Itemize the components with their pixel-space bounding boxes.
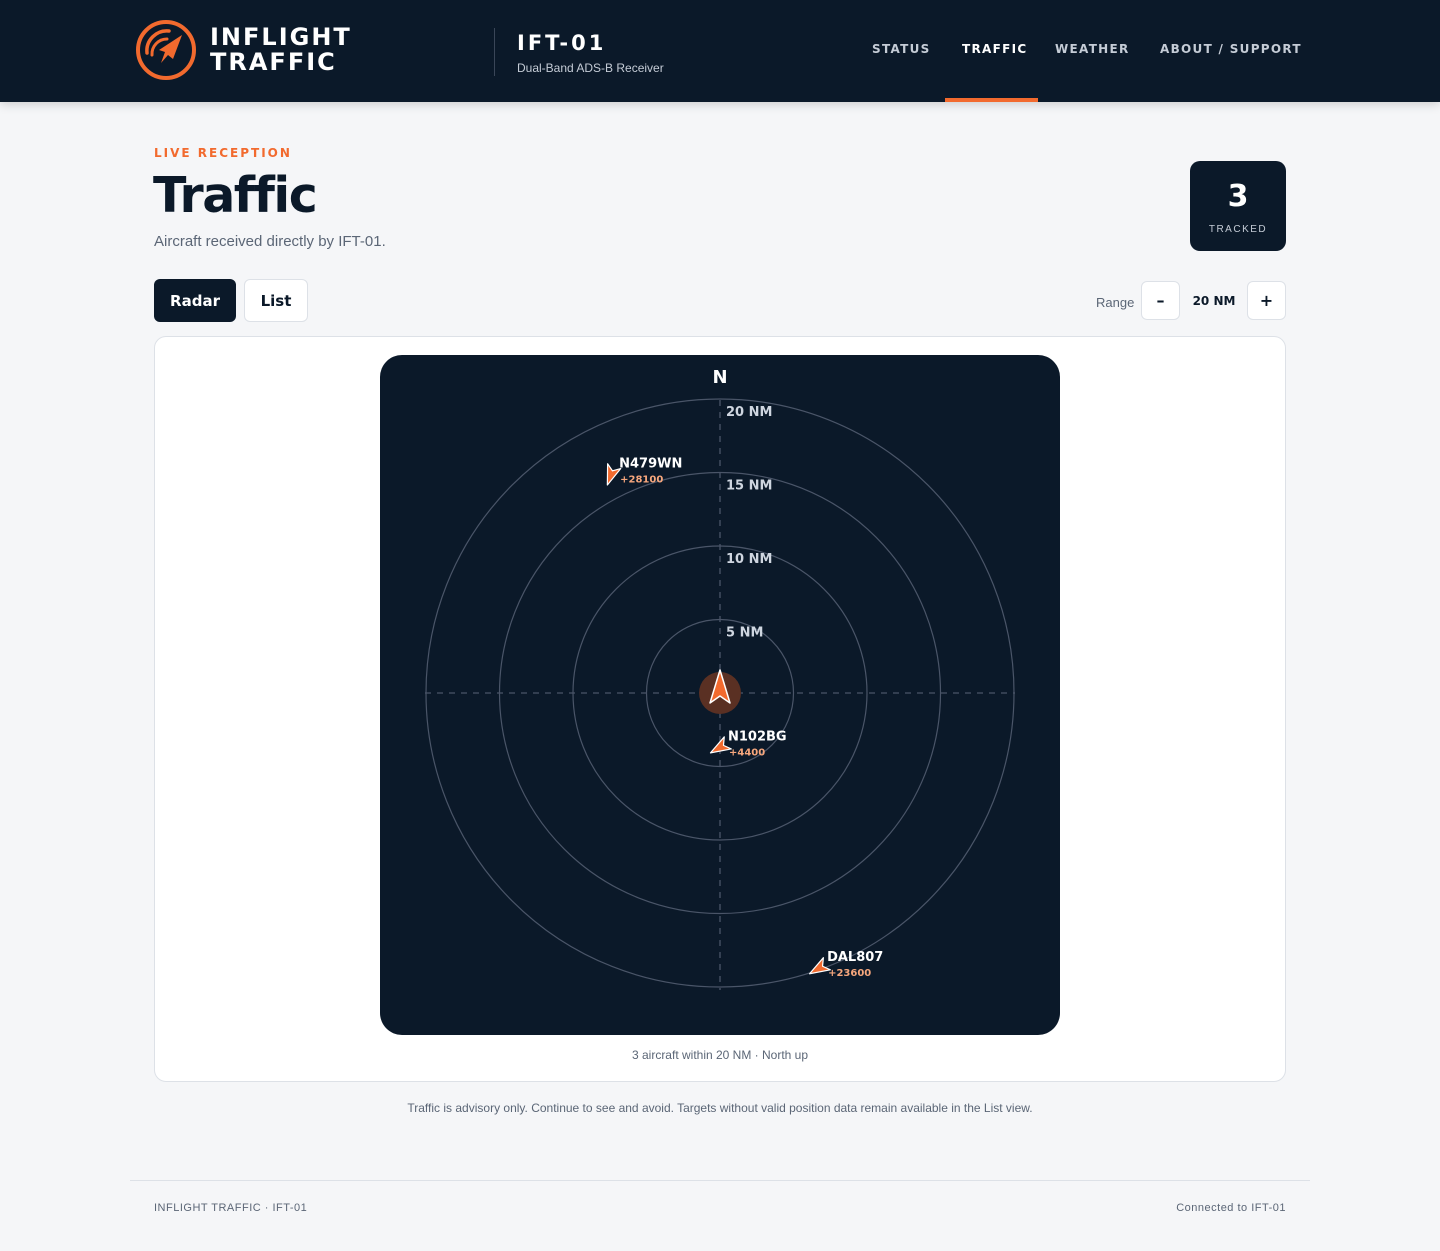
aircraft-target[interactable]: DAL807 +23600 — [806, 950, 883, 980]
active-nav-indicator — [945, 98, 1038, 102]
aircraft-altitude: +23600 — [828, 968, 871, 979]
tracked-count: 3 — [1227, 179, 1249, 214]
brand[interactable]: INFLIGHT TRAFFIC — [135, 19, 352, 81]
range-increase-button[interactable]: + — [1247, 281, 1286, 320]
aircraft-icon — [606, 463, 622, 486]
top-header: INFLIGHT TRAFFIC IFT-01 Dual-Band ADS-B … — [0, 0, 1440, 102]
nav-traffic[interactable]: TRAFFIC — [962, 42, 1027, 56]
tab-list[interactable]: List — [244, 279, 308, 322]
brand-line-2: TRAFFIC — [210, 48, 337, 76]
tab-radar[interactable]: Radar — [154, 279, 236, 322]
aircraft-callsign: DAL807 — [827, 950, 883, 965]
radar-display[interactable]: N 5 NM 10 NM 15 NM 20 NM N479WN +28100 N102BG… — [380, 355, 1060, 1035]
nav-weather[interactable]: WEATHER — [1055, 42, 1130, 56]
device-subtitle: Dual-Band ADS-B Receiver — [517, 61, 664, 75]
footer-divider — [130, 1180, 1310, 1181]
aircraft-callsign: N479WN — [619, 457, 682, 472]
brand-name: INFLIGHT TRAFFIC — [210, 25, 352, 75]
header-divider — [494, 28, 495, 76]
aircraft-target[interactable]: N102BG +4400 — [707, 729, 787, 759]
advisory-note: Traffic is advisory only. Continue to se… — [407, 1101, 1033, 1115]
range-value: 20 NM — [1192, 294, 1236, 308]
connection-status: Connected to IFT-01 — [1176, 1202, 1286, 1214]
range-decrease-button[interactable]: – — [1141, 281, 1180, 320]
range-label: Range — [1096, 295, 1135, 310]
aircraft-altitude: +4400 — [729, 747, 765, 758]
nav-status[interactable]: STATUS — [872, 42, 931, 56]
radar-scope: N 5 NM 10 NM 15 NM 20 NM N479WN +28100 N102BG… — [425, 367, 1015, 990]
brand-logo-icon — [136, 20, 196, 80]
range-ring-label: 15 NM — [726, 479, 772, 494]
ownship — [699, 669, 741, 714]
aircraft-altitude: +28100 — [620, 475, 663, 486]
range-ring-label: 5 NM — [726, 626, 763, 641]
page-subtitle: Aircraft received directly by IFT-01. — [154, 233, 386, 250]
tracked-label: TRACKED — [1208, 224, 1268, 235]
page-title: Traffic — [153, 167, 318, 224]
brand-line-1: INFLIGHT — [210, 23, 352, 51]
range-ring-label: 10 NM — [726, 552, 772, 567]
tracked-count-card: 3 TRACKED — [1190, 161, 1286, 251]
radar-caption: 3 aircraft within 20 NM · North up — [631, 1048, 809, 1062]
nav-about-support[interactable]: ABOUT / SUPPORT — [1160, 42, 1302, 56]
aircraft-callsign: N102BG — [728, 729, 787, 744]
aircraft-target[interactable]: N479WN +28100 — [601, 457, 683, 488]
footer-brand: INFLIGHT TRAFFIC · IFT-01 — [154, 1202, 308, 1214]
device-name: IFT-01 — [517, 31, 607, 55]
range-ring-label: 20 NM — [726, 405, 772, 420]
device-info: IFT-01 Dual-Band ADS-B Receiver — [517, 30, 664, 75]
page-eyebrow: LIVE RECEPTION — [154, 146, 292, 160]
north-indicator: N — [712, 367, 727, 388]
